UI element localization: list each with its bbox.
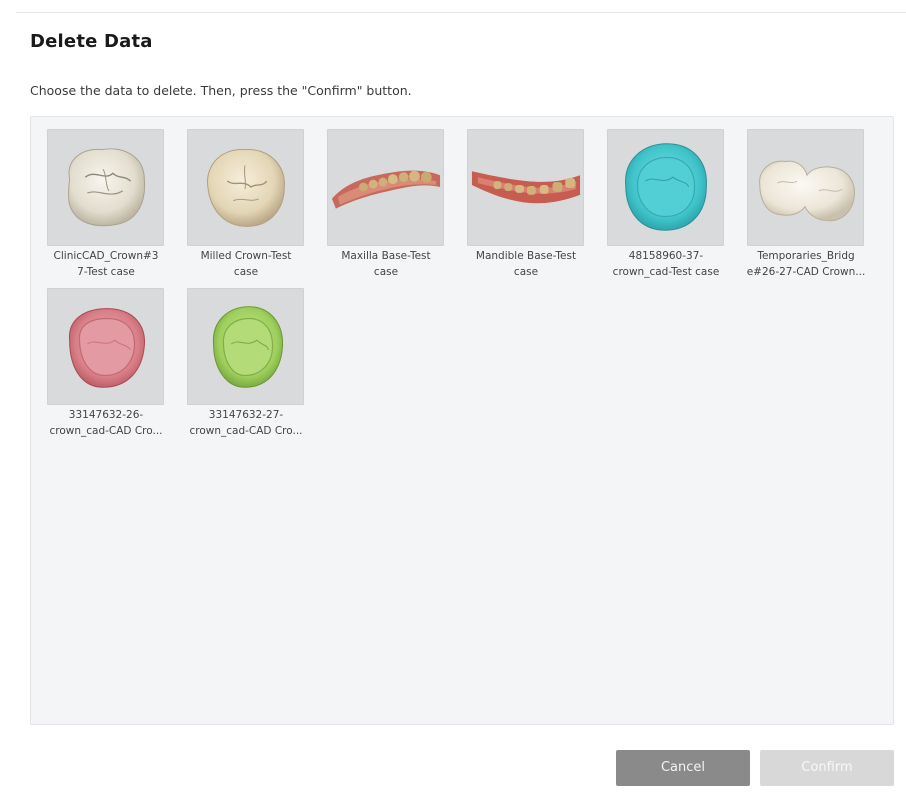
confirm-button[interactable]: Confirm xyxy=(760,750,894,786)
crown-green-icon xyxy=(187,288,304,405)
item-caption: ClinicCAD_Crown#3 7-Test case xyxy=(53,250,159,278)
instruction-text: Choose the data to delete. Then, press t… xyxy=(30,83,412,98)
bridge-ivory-icon xyxy=(747,129,864,246)
crown-cyan-icon xyxy=(607,129,724,246)
item-caption: 48158960-37- crown_cad-Test case xyxy=(612,250,720,278)
item-caption: 33147632-26- crown_cad-CAD Cro... xyxy=(49,409,163,437)
mandible-scan-icon xyxy=(467,129,584,246)
crown-beige-icon xyxy=(187,129,304,246)
delete-data-dialog: Delete Data Choose the data to delete. T… xyxy=(0,0,906,792)
crown-ivory-icon xyxy=(47,129,164,246)
item-caption: 33147632-27- crown_cad-CAD Cro... xyxy=(189,409,303,437)
item-caption: Mandible Base-Test case xyxy=(475,250,577,278)
dialog-title: Delete Data xyxy=(30,31,153,52)
data-grid-panel: ClinicCAD_Crown#3 7-Test case Milled Cro… xyxy=(30,116,894,725)
item-caption: Milled Crown-Test case xyxy=(200,250,292,278)
maxilla-scan-icon xyxy=(327,129,444,246)
item-caption: Temporaries_Bridg e#26-27-CAD Crown... xyxy=(746,250,866,278)
crown-pink-icon xyxy=(47,288,164,405)
item-caption: Maxilla Base-Test case xyxy=(341,250,431,278)
cancel-button[interactable]: Cancel xyxy=(616,750,750,786)
top-divider xyxy=(16,12,906,13)
